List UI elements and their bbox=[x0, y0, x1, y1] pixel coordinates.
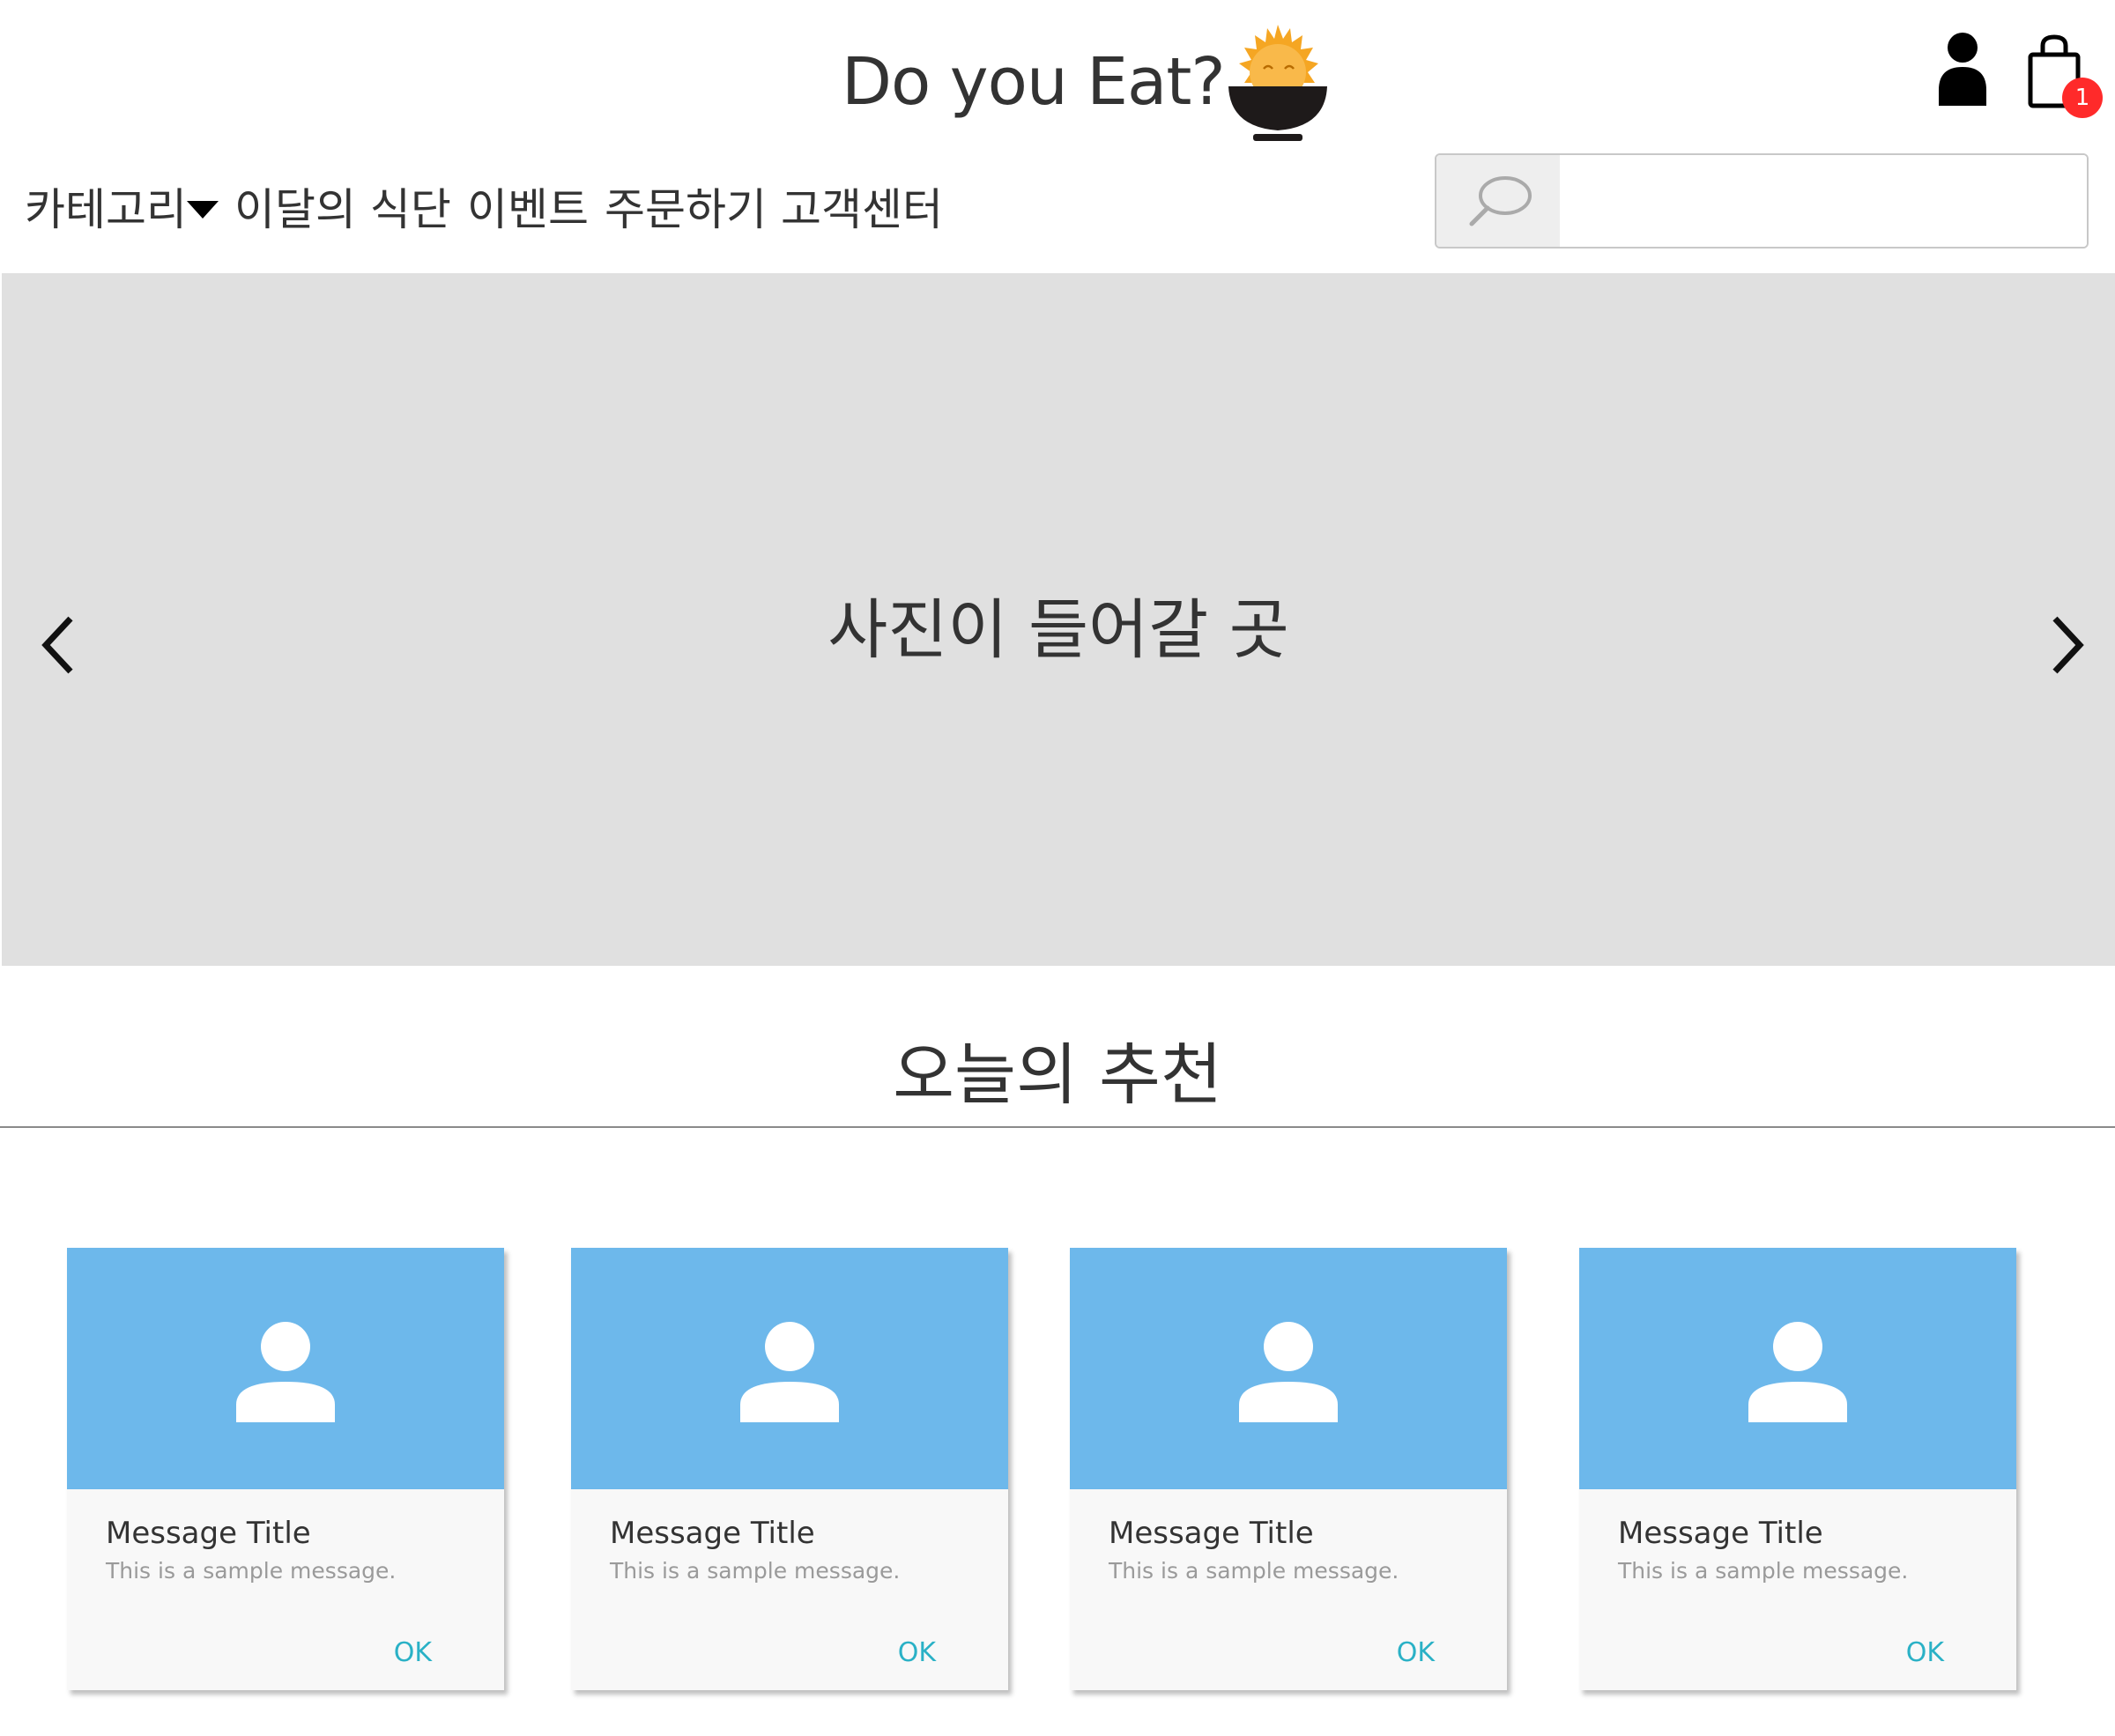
card-image-area bbox=[1070, 1248, 1507, 1489]
chevron-left-icon[interactable] bbox=[37, 610, 81, 680]
card-title: Message Title bbox=[610, 1516, 815, 1551]
card-image-area bbox=[67, 1248, 504, 1489]
nav-item-event[interactable]: 이벤트 bbox=[467, 174, 589, 238]
card-message: This is a sample message. bbox=[106, 1558, 397, 1584]
card-ok-button[interactable]: OK bbox=[1397, 1637, 1435, 1668]
banner-placeholder-text: 사진이 들어갈 곳 bbox=[827, 592, 1289, 668]
card-title: Message Title bbox=[106, 1516, 311, 1551]
nav-item-customer-center[interactable]: 고객센터 bbox=[781, 174, 943, 238]
card-message: This is a sample message. bbox=[1618, 1558, 1909, 1584]
recommendation-card[interactable]: Message Title This is a sample message. … bbox=[1070, 1248, 1507, 1690]
card-image-area bbox=[571, 1248, 1008, 1489]
search-button[interactable] bbox=[1436, 155, 1561, 247]
card-title: Message Title bbox=[1109, 1516, 1314, 1551]
nav-item-order[interactable]: 주문하기 bbox=[605, 174, 767, 238]
search-icon bbox=[1469, 176, 1532, 226]
person-avatar-icon bbox=[1748, 1322, 1847, 1422]
nav-item-category[interactable]: 카테고리 bbox=[25, 174, 187, 238]
brand-title[interactable]: Do you Eat? bbox=[842, 44, 1226, 120]
chevron-right-icon[interactable] bbox=[2044, 610, 2089, 680]
card-title: Message Title bbox=[1618, 1516, 1823, 1551]
user-icon[interactable] bbox=[1937, 32, 1988, 106]
nav-item-monthly-menu[interactable]: 이달의 식단 bbox=[234, 174, 451, 238]
cart-count-badge: 1 bbox=[2062, 78, 2103, 118]
card-message: This is a sample message. bbox=[610, 1558, 901, 1584]
recommendation-card[interactable]: Message Title This is a sample message. … bbox=[571, 1248, 1008, 1690]
caret-down-icon[interactable] bbox=[185, 199, 220, 220]
search-box bbox=[1435, 153, 2089, 249]
card-ok-button[interactable]: OK bbox=[1906, 1637, 1944, 1668]
section-title: 오늘의 추천 bbox=[893, 1035, 1222, 1114]
search-input[interactable] bbox=[1560, 155, 2087, 247]
card-ok-button[interactable]: OK bbox=[898, 1637, 936, 1668]
hero-banner: 사진이 들어갈 곳 bbox=[2, 273, 2115, 966]
person-avatar-icon bbox=[1239, 1322, 1338, 1422]
person-avatar-icon bbox=[236, 1322, 335, 1422]
recommendation-card[interactable]: Message Title This is a sample message. … bbox=[1579, 1248, 2016, 1690]
card-image-area bbox=[1579, 1248, 2016, 1489]
card-message: This is a sample message. bbox=[1109, 1558, 1399, 1584]
recommendation-card[interactable]: Message Title This is a sample message. … bbox=[67, 1248, 504, 1690]
rice-bowl-sun-logo[interactable] bbox=[1227, 23, 1329, 143]
section-divider bbox=[0, 1126, 2115, 1128]
card-ok-button[interactable]: OK bbox=[394, 1637, 432, 1668]
person-avatar-icon bbox=[740, 1322, 839, 1422]
